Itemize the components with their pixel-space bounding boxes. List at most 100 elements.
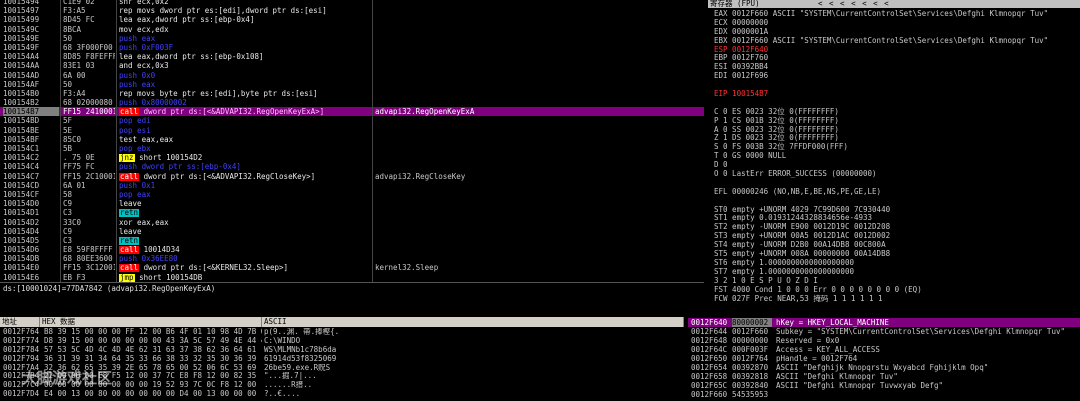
hex-dump-header: 地址 HEX 数据 ASCII	[0, 317, 684, 327]
disasm-row[interactable]: 100154C4 FF75 FC push dword ptr ss:[ebp-0x…	[0, 162, 704, 171]
operands: short 100154D2	[139, 153, 203, 163]
register-line[interactable]: ESP 0012F640	[714, 45, 1080, 55]
stack-row[interactable]: 0012F65C 00392840 ASCII "Defghi Klmnopqr T…	[688, 381, 1080, 390]
disasm-row[interactable]: 100154BD 5F pop edi	[0, 116, 704, 125]
stack-value: 00000000	[732, 336, 769, 345]
stack-comment: Subkey = "SYSTEM\CurrentControlSet\Servi…	[776, 327, 1065, 336]
stack-row[interactable]: 0012F654 00392870 ASCII "Defghijk Nnopqrst…	[688, 363, 1080, 372]
disasm-row[interactable]: 100154D1 C3 retn	[0, 208, 704, 218]
register-list[interactable]: EAX 0012F660 ASCII "SYSTEM\CurrentContro…	[708, 8, 1080, 303]
disassembly-listing[interactable]: 10015494 C1E9 02 shr ecx,0x2 10015497 F3:A5 r…	[0, 0, 704, 282]
disasm-row[interactable]: 100154B7 FF15 24100010 call dword ptr ds:[…	[0, 107, 704, 117]
stack-row[interactable]: 0012F650 0012F764 pHandle = 0012F764	[688, 354, 1080, 363]
register-line[interactable]: EBX 0012F660 ASCII "SYSTEM\CurrentContro…	[714, 36, 1080, 46]
operands: and ecx,0x3	[119, 61, 169, 71]
stack-comment: Reserved = 0x0	[776, 336, 840, 345]
register-line[interactable]: EFL 00000246 (NO,NB,E,BE,NS,PE,GE,LE)	[714, 187, 1080, 197]
stack-address: 0012F640	[691, 318, 728, 327]
disasm-row[interactable]: 100154CF 58 pop eax	[0, 190, 704, 199]
disasm-hex: 83E1 03	[63, 61, 95, 71]
disasm-address: 100154CF	[3, 189, 40, 199]
disasm-row[interactable]: 100154C2 . 75 0E jnz short 100154D2	[0, 153, 704, 163]
register-line[interactable]: O 0 LastErr ERROR_SUCCESS (00000000)	[714, 169, 1080, 179]
register-line[interactable]: EDI 0012F696	[714, 71, 1080, 81]
stack-row[interactable]: 0012F658 00392818 ASCII "Defghi Klmnopqr T…	[688, 372, 1080, 381]
disasm-row[interactable]: 100154D4 C9 leave	[0, 227, 704, 236]
disasm-hex: 5F	[63, 116, 73, 126]
operands: shr ecx,0x2	[119, 0, 169, 6]
register-line[interactable]: ESI 00392BB4	[714, 62, 1080, 72]
disasm-row[interactable]: 1001549E 50 push eax	[0, 34, 704, 43]
disasm-hex: 68 02000080	[63, 98, 113, 108]
dump-row[interactable]: 0012F764 B8 39 15 00 00 00 FF 12 00 B6 4F…	[0, 328, 684, 337]
disasm-row[interactable]: 100154C7 FF15 2C100010 call dword ptr ds:[…	[0, 172, 704, 181]
register-line[interactable]: FCW 027F Prec NEAR,53 掩码 1 1 1 1 1 1	[714, 294, 1080, 304]
disassembly-pane[interactable]: 10015494 C1E9 02 shr ecx,0x2 10015497 F3:A5 r…	[0, 0, 704, 282]
disasm-hex: FF15 2C100010	[63, 171, 115, 181]
operands: lea eax,dword ptr ss:[ebp-0x108]	[119, 52, 264, 62]
operands: short 100154DB	[139, 272, 203, 282]
disasm-row[interactable]: 100154A4 8D85 F8FEFFFF lea eax,dword ptr s…	[0, 52, 704, 61]
registers-nav-arrows[interactable]: < < < < < < <	[818, 0, 890, 8]
disasm-hex: 68 3F000F00	[63, 42, 113, 52]
stack-row[interactable]: 0012F64C 000F003F Access = KEY_ALL_ACCESS	[688, 345, 1080, 354]
disasm-row[interactable]: 100154B2 68 02000080 push 0x80000002	[0, 98, 704, 107]
disasm-hex: 50	[63, 33, 73, 43]
register-line[interactable]: ECX 00000000	[714, 18, 1080, 28]
mnemonic-jnz: jnz	[119, 153, 135, 163]
disasm-row[interactable]: 100154B0 F3:A4 rep movs byte ptr es:[edi],…	[0, 89, 704, 98]
disasm-row[interactable]: 1001549C 8BCA mov ecx,edx	[0, 25, 704, 34]
hex-dump-listing[interactable]: 0012F764 B8 39 15 00 00 00 FF 12 00 B6 4F…	[0, 328, 684, 399]
stack-row[interactable]: 0012F640 80000002 hKey = HKEY_LOCAL_MACHIN…	[688, 318, 1080, 327]
disasm-instruction: call dword ptr ds:[<&ADVAPI32.RegCloseKe…	[119, 172, 371, 181]
hex-dump-pane[interactable]: 地址 HEX 数据 ASCII 0012F764 B8 39 15 00 00 0…	[0, 317, 684, 401]
disasm-row[interactable]: 100154BF 85C0 test eax,eax	[0, 135, 704, 144]
disasm-row[interactable]: 100154E6 EB F3 jmp short 100154DB	[0, 273, 704, 282]
header-address[interactable]: 地址	[0, 317, 40, 327]
register-line[interactable]: EBP 0012F760	[714, 54, 1080, 63]
disasm-comment: advapi32.RegCloseKey	[375, 171, 466, 181]
register-line[interactable]: EIP 100154B7	[714, 89, 1080, 99]
header-ascii[interactable]: ASCII	[262, 317, 684, 327]
disasm-row[interactable]: 100154DB 68 80EE3600 push 0x36EE80	[0, 254, 704, 263]
stack-row[interactable]: 0012F660 54535953	[688, 390, 1080, 399]
disasm-row[interactable]: 10015499 8D45 FC lea eax,dword ptr ss:[ebp…	[0, 15, 704, 24]
disasm-instruction: pop edi	[119, 116, 371, 125]
stack-row[interactable]: 0012F644 0012F660 Subkey = "SYSTEM\Current…	[688, 327, 1080, 336]
disasm-row[interactable]: 10015497 F3:A5 rep movs dword ptr es:[edi]…	[0, 6, 704, 15]
disasm-address: 100154B0	[3, 88, 40, 98]
registers-pane[interactable]: 寄存器 (FPU) < < < < < < < EAX 0012F660 ASC…	[708, 0, 1080, 316]
disasm-row[interactable]: 100154D2 33C0 xor eax,eax	[0, 218, 704, 227]
operands: dword ptr ds:[<&ADVAPI32.RegCloseKey>]	[143, 171, 316, 181]
disasm-row[interactable]: 100154E0 FF15 3C120010 call dword ptr ds:[…	[0, 263, 704, 273]
stack-row[interactable]: 0012F648 00000000 Reserved = 0x0	[688, 336, 1080, 345]
register-line[interactable]	[714, 81, 1080, 90]
dump-ascii: ?..€....	[264, 390, 301, 399]
stack-value: 000F003F	[732, 345, 769, 354]
disasm-row[interactable]: 100154CD 6A 01 push 0x1	[0, 181, 704, 190]
column-divider	[60, 0, 61, 282]
dump-ascii: "...掘.7|...	[264, 372, 317, 381]
dump-row[interactable]: 0012F784 57 53 5C 4D 4C 4D 4E 62 31 63 37…	[0, 346, 684, 355]
disasm-hex: 6A 01	[63, 180, 86, 190]
disasm-row[interactable]: 100154D5 C3 retn	[0, 236, 704, 245]
disasm-comment: kernel32.Sleep	[375, 263, 439, 273]
disasm-row[interactable]: 100154AA 83E1 03 and ecx,0x3	[0, 61, 704, 70]
operands: push eax	[119, 79, 156, 89]
disasm-hex: C3	[63, 208, 73, 218]
disasm-row[interactable]: 100154AD 6A 00 push 0x0	[0, 71, 704, 80]
disasm-row[interactable]: 1001549F 68 3F000F00 push 0xF003F	[0, 43, 704, 52]
register-line[interactable]: T 0 GS 0000 NULL	[714, 151, 1080, 161]
disasm-row[interactable]: 100154C1 5B pop ebx	[0, 144, 704, 153]
header-hex[interactable]: HEX 数据	[40, 317, 262, 327]
disasm-row[interactable]: 100154AF 50 push eax	[0, 80, 704, 89]
dump-row[interactable]: 0012F774 D8 39 15 00 00 00 00 00 00 43 3A…	[0, 337, 684, 346]
stack-listing[interactable]: 0012F640 80000002 hKey = HKEY_LOCAL_MACHIN…	[688, 318, 1080, 399]
stack-pane[interactable]: 0012F640 80000002 hKey = HKEY_LOCAL_MACHIN…	[688, 317, 1080, 401]
register-line[interactable]: EAX 0012F660 ASCII "SYSTEM\CurrentContro…	[714, 9, 1080, 19]
disasm-row[interactable]: 100154BE 5E pop esi	[0, 126, 704, 135]
dump-row[interactable]: 0012F794 36 31 39 31 34 64 35 33 66 38 33…	[0, 355, 684, 364]
disasm-row[interactable]: 100154D0 C9 leave	[0, 199, 704, 208]
disasm-row[interactable]: 100154D6 E8 59F8FFFF call 10014D34	[0, 245, 704, 255]
dump-row[interactable]: 0012F7D4 E4 00 13 00 80 00 00 00 00 00 D4…	[0, 390, 684, 399]
